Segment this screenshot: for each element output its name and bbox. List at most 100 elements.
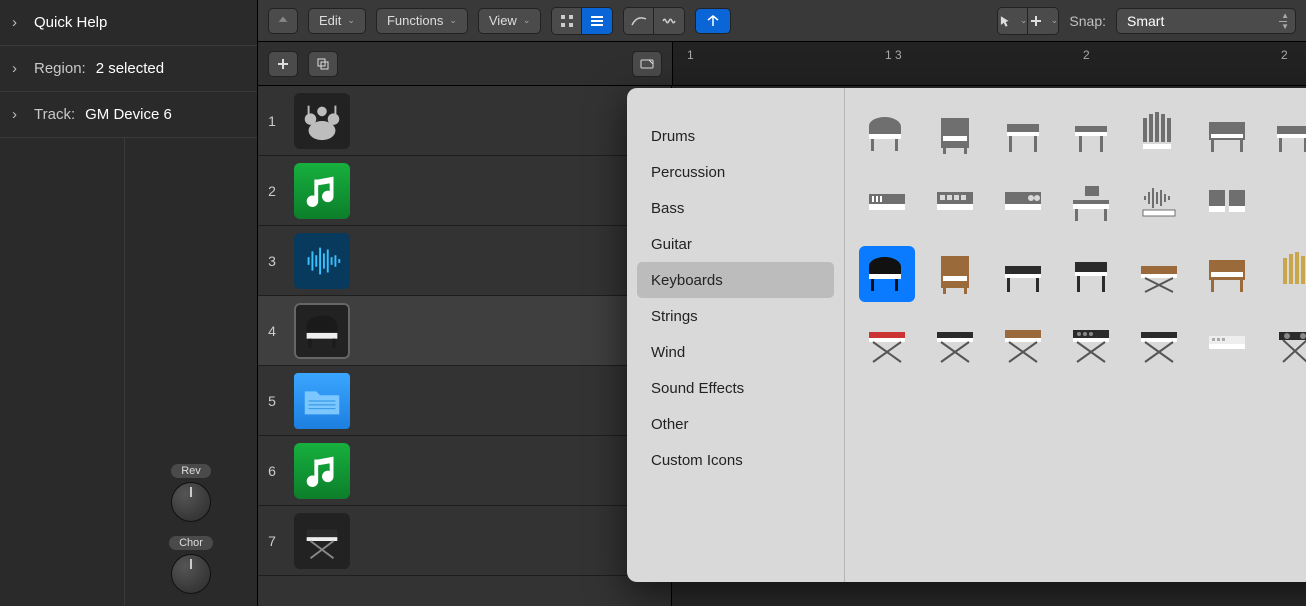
waveform-keys-flat-icon[interactable]	[1131, 176, 1187, 232]
track-row[interactable]: 6	[258, 436, 671, 506]
functions-menu[interactable]: Functions⌄	[376, 8, 468, 34]
track-row[interactable]: 3	[258, 226, 671, 296]
music-note-icon[interactable]	[294, 163, 350, 219]
controller-flat-icon[interactable]	[1199, 176, 1255, 232]
electric-piano-flat-icon[interactable]	[995, 106, 1051, 162]
tonewheel-organ-icon[interactable]	[1199, 246, 1255, 302]
rhodes-icon[interactable]	[1131, 246, 1187, 302]
functions-menu-label: Functions	[387, 13, 443, 28]
category-label: Strings	[651, 308, 698, 325]
chevron-down-icon: ⌄	[1051, 15, 1059, 26]
icon-category-drums[interactable]: Drums	[637, 118, 834, 154]
upright-piano-flat-icon[interactable]	[927, 106, 983, 162]
tracks-toolbar: Edit⌄ Functions⌄ View⌄ ⌄ ⌄ Snap: Smar	[258, 0, 1306, 42]
snap-select[interactable]: Smart ▲ ▼	[1116, 8, 1296, 34]
drum-machine-flat-icon[interactable]	[927, 176, 983, 232]
stepper-down-icon: ▼	[1281, 22, 1289, 31]
list-view-button[interactable]	[582, 8, 612, 34]
pipe-organ-flat-icon[interactable]	[1131, 106, 1187, 162]
icon-category-sound-effects[interactable]: Sound Effects	[637, 370, 834, 406]
icon-category-guitar[interactable]: Guitar	[637, 226, 834, 262]
track-number: 6	[258, 463, 286, 479]
track-label: Track:	[34, 106, 75, 123]
chevron-right-icon: ›	[12, 106, 24, 123]
automation-segment	[623, 7, 685, 35]
grand-piano-icon[interactable]	[294, 303, 350, 359]
track-number: 4	[258, 323, 286, 339]
pointer-tool-button[interactable]: ⌄	[998, 8, 1028, 34]
knob-rev[interactable]	[171, 482, 211, 522]
alt-tool-button[interactable]: ⌄	[1028, 8, 1058, 34]
track-number: 5	[258, 393, 286, 409]
clavinet-flat-icon[interactable]	[1063, 106, 1119, 162]
moog-stand-icon[interactable]	[995, 316, 1051, 372]
workstation-flat-icon[interactable]	[859, 176, 915, 232]
track-row[interactable]: 2	[258, 156, 671, 226]
knob-chor[interactable]	[171, 554, 211, 594]
category-label: Guitar	[651, 236, 692, 253]
catch-playhead-button[interactable]	[695, 8, 731, 34]
track-list: 1 2 3	[258, 86, 672, 606]
stepper-up-icon: ▲	[1281, 11, 1289, 20]
icon-category-custom[interactable]: Custom Icons	[637, 442, 834, 478]
red-synth-stand-icon[interactable]	[859, 316, 915, 372]
inspector-panel: › Quick Help › Region: 2 selected › Trac…	[0, 0, 258, 606]
view-menu-label: View	[489, 13, 517, 28]
inspector-subpanel-right: Rev Chor	[125, 138, 257, 606]
grid-view-button[interactable]	[552, 8, 582, 34]
sampler-flat-icon[interactable]	[995, 176, 1051, 232]
poly-synth-stand-icon[interactable]	[1063, 316, 1119, 372]
mini-keys-icon[interactable]	[1199, 316, 1255, 372]
keyboard-stand-icon[interactable]	[294, 513, 350, 569]
track-row[interactable]: 4	[258, 296, 671, 366]
track-row[interactable]: › Track: GM Device 6	[0, 92, 257, 138]
knob-chor-label: Chor	[169, 536, 213, 550]
global-tracks-button[interactable]	[632, 51, 662, 77]
grand-piano-flat-icon[interactable]	[859, 106, 915, 162]
upright-piano-icon[interactable]	[927, 246, 983, 302]
controller-stand-icon[interactable]	[1131, 316, 1187, 372]
desk-keys-flat-icon[interactable]	[1063, 176, 1119, 232]
icon-category-bass[interactable]: Bass	[637, 190, 834, 226]
edit-menu[interactable]: Edit⌄	[308, 8, 366, 34]
icon-category-wind[interactable]: Wind	[637, 334, 834, 370]
region-label: Region:	[34, 60, 86, 77]
black-synth-stand-icon[interactable]	[927, 316, 983, 372]
folder-icon[interactable]	[294, 373, 350, 429]
add-track-button[interactable]	[268, 51, 298, 77]
icon-category-percussion[interactable]: Percussion	[637, 154, 834, 190]
icon-picker-popover: Drums Percussion Bass Guitar Keyboards S…	[627, 88, 1306, 582]
icon-category-strings[interactable]: Strings	[637, 298, 834, 334]
synth-flat-icon[interactable]	[1267, 106, 1306, 162]
icon-category-other[interactable]: Other	[637, 406, 834, 442]
chevron-right-icon: ›	[12, 60, 24, 77]
view-menu[interactable]: View⌄	[478, 8, 542, 34]
quick-help-row[interactable]: › Quick Help	[0, 0, 257, 46]
console-piano-icon[interactable]	[1063, 246, 1119, 302]
category-label: Bass	[651, 200, 684, 217]
ruler-tick: 2	[1281, 48, 1288, 62]
inspector-subpanel-left	[0, 138, 125, 606]
category-label: Wind	[651, 344, 685, 361]
pipe-organ-icon[interactable]	[1267, 246, 1306, 302]
region-row[interactable]: › Region: 2 selected	[0, 46, 257, 92]
dj-stand-icon[interactable]	[1267, 316, 1306, 372]
up-nav-button[interactable]	[268, 8, 298, 34]
automation-curve-button[interactable]	[624, 8, 654, 34]
chevron-down-icon: ⌄	[347, 15, 355, 26]
grand-piano-icon[interactable]	[859, 246, 915, 302]
stage-piano-icon[interactable]	[995, 246, 1051, 302]
flex-button[interactable]	[654, 8, 684, 34]
combo-organ-flat-icon[interactable]	[1199, 106, 1255, 162]
waveform-icon[interactable]	[294, 233, 350, 289]
track-number: 1	[258, 113, 286, 129]
music-note-icon[interactable]	[294, 443, 350, 499]
icon-category-keyboards[interactable]: Keyboards	[637, 262, 834, 298]
duplicate-track-button[interactable]	[308, 51, 338, 77]
track-row[interactable]: 7	[258, 506, 671, 576]
track-row[interactable]: 1	[258, 86, 671, 156]
chevron-down-icon: ⌄	[1020, 15, 1028, 26]
track-row[interactable]: 5	[258, 366, 671, 436]
timeline-ruler[interactable]: 1 1 3 2 2	[673, 42, 1306, 85]
drumkit-icon[interactable]	[294, 93, 350, 149]
